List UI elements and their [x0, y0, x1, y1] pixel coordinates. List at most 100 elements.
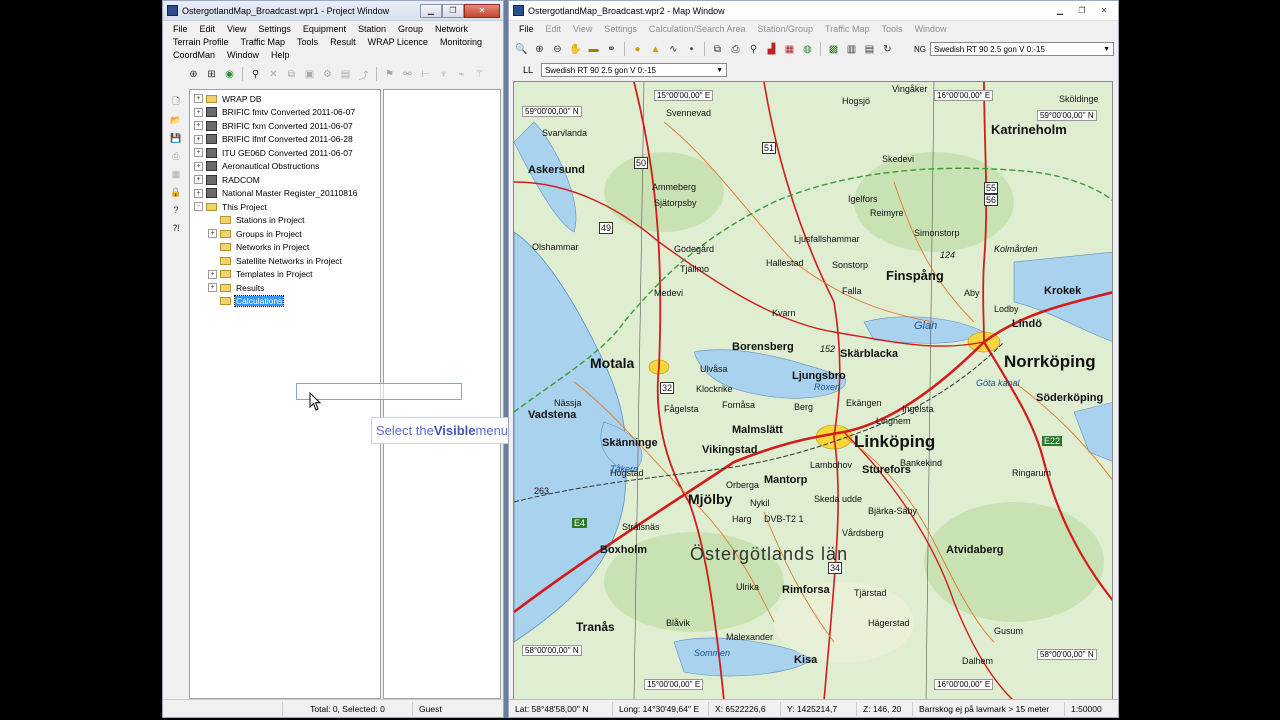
paste-icon[interactable]: ▣	[301, 66, 318, 82]
tree-node[interactable]: Stations in Project	[194, 214, 380, 228]
import-icon[interactable]: ⤴	[355, 66, 372, 82]
ruler-icon[interactable]: ▬	[585, 41, 602, 57]
pw-menu-window[interactable]: Window	[221, 49, 265, 62]
properties-icon[interactable]: ▤	[861, 41, 878, 57]
help-icon[interactable]: ?	[168, 203, 184, 217]
settings-icon[interactable]: ⚙	[319, 66, 336, 82]
layers-icon[interactable]: ▦	[781, 41, 798, 57]
triangle-icon[interactable]: ▲	[647, 41, 664, 57]
antenna-icon[interactable]: ⚲	[745, 41, 762, 57]
pw-menu-monitoring[interactable]: Monitoring	[434, 36, 488, 49]
ll-projection-select[interactable]: Swedish RT 90 2.5 gon V 0:-15 ▼	[541, 63, 728, 77]
pw-menu-settings[interactable]: Settings	[252, 23, 297, 36]
export-icon[interactable]: ▤	[337, 66, 354, 82]
ng-projection-select[interactable]: Swedish RT 90 2.5 gon V 0:-15 ▼	[930, 42, 1114, 56]
expand-icon[interactable]: +	[194, 94, 203, 104]
pw-menu-edit[interactable]: Edit	[194, 23, 222, 36]
pw-menu-help[interactable]: Help	[265, 49, 296, 62]
pw-menu-network[interactable]: Network	[429, 23, 474, 36]
station-tool-icon[interactable]: ⊕	[185, 66, 202, 82]
open-icon[interactable]: 📂	[168, 113, 184, 127]
tree-node[interactable]: Networks in Project	[194, 241, 380, 255]
print-map-icon[interactable]: ⎙	[727, 41, 744, 57]
tree-node[interactable]: - This Project	[194, 200, 380, 214]
mw-menu-view[interactable]: View	[567, 23, 598, 36]
tree-node[interactable]: Satellite Networks in Project	[194, 254, 380, 268]
tree-node[interactable]: + Groups in Project	[194, 227, 380, 241]
tower-icon[interactable]: ♆	[435, 66, 452, 82]
grid-icon[interactable]: ▩	[825, 41, 842, 57]
mast-icon[interactable]: ⚚	[471, 66, 488, 82]
zoom-in-icon[interactable]: ⊕	[531, 41, 548, 57]
minimize-button[interactable]: ▁	[1049, 4, 1071, 18]
zoom-out-icon[interactable]: ⊖	[549, 41, 566, 57]
tree-node[interactable]: Calculations	[194, 295, 380, 309]
expand-icon[interactable]: +	[194, 175, 203, 185]
bar-chart-icon[interactable]: ▟	[763, 41, 780, 57]
binoculars-icon[interactable]: ⚭	[603, 41, 620, 57]
copy-map-icon[interactable]: ⧉	[709, 41, 726, 57]
pw-menu-coordman[interactable]: CoordMan	[167, 49, 221, 62]
tree-node[interactable]: + Templates in Project	[194, 268, 380, 282]
circle-icon[interactable]: ●	[629, 41, 646, 57]
expand-icon[interactable]: +	[194, 148, 203, 158]
expand-icon[interactable]: +	[208, 283, 217, 293]
close-button[interactable]: ✕	[1093, 4, 1115, 18]
pw-menu-result[interactable]: Result	[324, 36, 362, 49]
copy-icon[interactable]: ⧉	[283, 66, 300, 82]
point-icon[interactable]: •	[683, 41, 700, 57]
polyline-icon[interactable]: ∿	[665, 41, 682, 57]
print-icon[interactable]: ⎙	[168, 149, 184, 163]
minimize-button[interactable]: ▁	[420, 3, 442, 18]
expand-icon[interactable]: +	[208, 229, 217, 239]
mw-menu-tools[interactable]: Tools	[876, 23, 909, 36]
maximize-button[interactable]: ❐	[442, 3, 464, 18]
pw-menu-tools[interactable]: Tools	[291, 36, 324, 49]
delete-icon[interactable]: ✕	[265, 66, 282, 82]
mw-menu-traffic-map[interactable]: Traffic Map	[819, 23, 876, 36]
radio-icon[interactable]: ⌁	[453, 66, 470, 82]
project-window-titlebar[interactable]: OstergotlandMap_Broadcast.wpr1 - Project…	[163, 1, 503, 21]
expand-icon[interactable]: +	[194, 107, 203, 117]
expand-icon[interactable]: +	[194, 161, 203, 171]
pw-menu-wrap-licence[interactable]: WRAP Licence	[362, 36, 434, 49]
mw-menu-station-group[interactable]: Station/Group	[751, 23, 819, 36]
measure-icon[interactable]: ⊢	[417, 66, 434, 82]
refresh-icon[interactable]: ↻	[879, 41, 896, 57]
mw-menu-file[interactable]: File	[513, 23, 540, 36]
map-canvas[interactable]: 15°00'00,00'' E 16°00'00,00'' E 59°00'00…	[513, 81, 1113, 700]
tree-node[interactable]: + ITU GE06D Converted 2011-06-07	[194, 146, 380, 160]
context-help-icon[interactable]: ⁈	[168, 221, 184, 235]
pan-hand-icon[interactable]: ✋	[567, 41, 584, 57]
mw-menu-window[interactable]: Window	[909, 23, 953, 36]
tree-node[interactable]: + BRIFIC fxm Converted 2011-06-07	[194, 119, 380, 133]
pw-menu-group[interactable]: Group	[392, 23, 429, 36]
pw-menu-equipment[interactable]: Equipment	[297, 23, 352, 36]
link-icon[interactable]: ⚯	[399, 66, 416, 82]
pw-menu-traffic-map[interactable]: Traffic Map	[235, 36, 292, 49]
new-icon[interactable]: 🗋	[168, 95, 184, 109]
preview-icon[interactable]: ▦	[168, 167, 184, 181]
mw-menu-calculation-search-area[interactable]: Calculation/Search Area	[643, 23, 752, 36]
collapse-icon[interactable]: -	[194, 202, 203, 212]
map-window-titlebar[interactable]: OstergotlandMap_Broadcast.wpr2 - Map Win…	[509, 1, 1118, 21]
maximize-button[interactable]: ❐	[1071, 4, 1093, 18]
mw-menu-settings[interactable]: Settings	[598, 23, 643, 36]
expand-icon[interactable]: +	[194, 121, 203, 131]
zoom-icon[interactable]: 🔍	[513, 41, 530, 57]
pw-menu-view[interactable]: View	[221, 23, 252, 36]
tree-node[interactable]: + RADCOM	[194, 173, 380, 187]
expand-icon[interactable]: +	[208, 269, 217, 279]
expand-icon[interactable]: +	[194, 188, 203, 198]
tree-node[interactable]: + WRAP DB	[194, 92, 380, 106]
close-button[interactable]: ✕	[464, 3, 500, 18]
pw-menu-terrain-profile[interactable]: Terrain Profile	[167, 36, 235, 49]
globe-icon[interactable]: ◍	[799, 41, 816, 57]
save-icon[interactable]: 💾	[168, 131, 184, 145]
pw-menu-station[interactable]: Station	[352, 23, 392, 36]
legend-icon[interactable]: ▥	[843, 41, 860, 57]
tree-node[interactable]: + Aeronautical Obstructions	[194, 160, 380, 174]
tree-node[interactable]: + Results	[194, 281, 380, 295]
lock-icon[interactable]: 🔒	[168, 185, 184, 199]
antenna-icon[interactable]: ⚲	[247, 66, 264, 82]
